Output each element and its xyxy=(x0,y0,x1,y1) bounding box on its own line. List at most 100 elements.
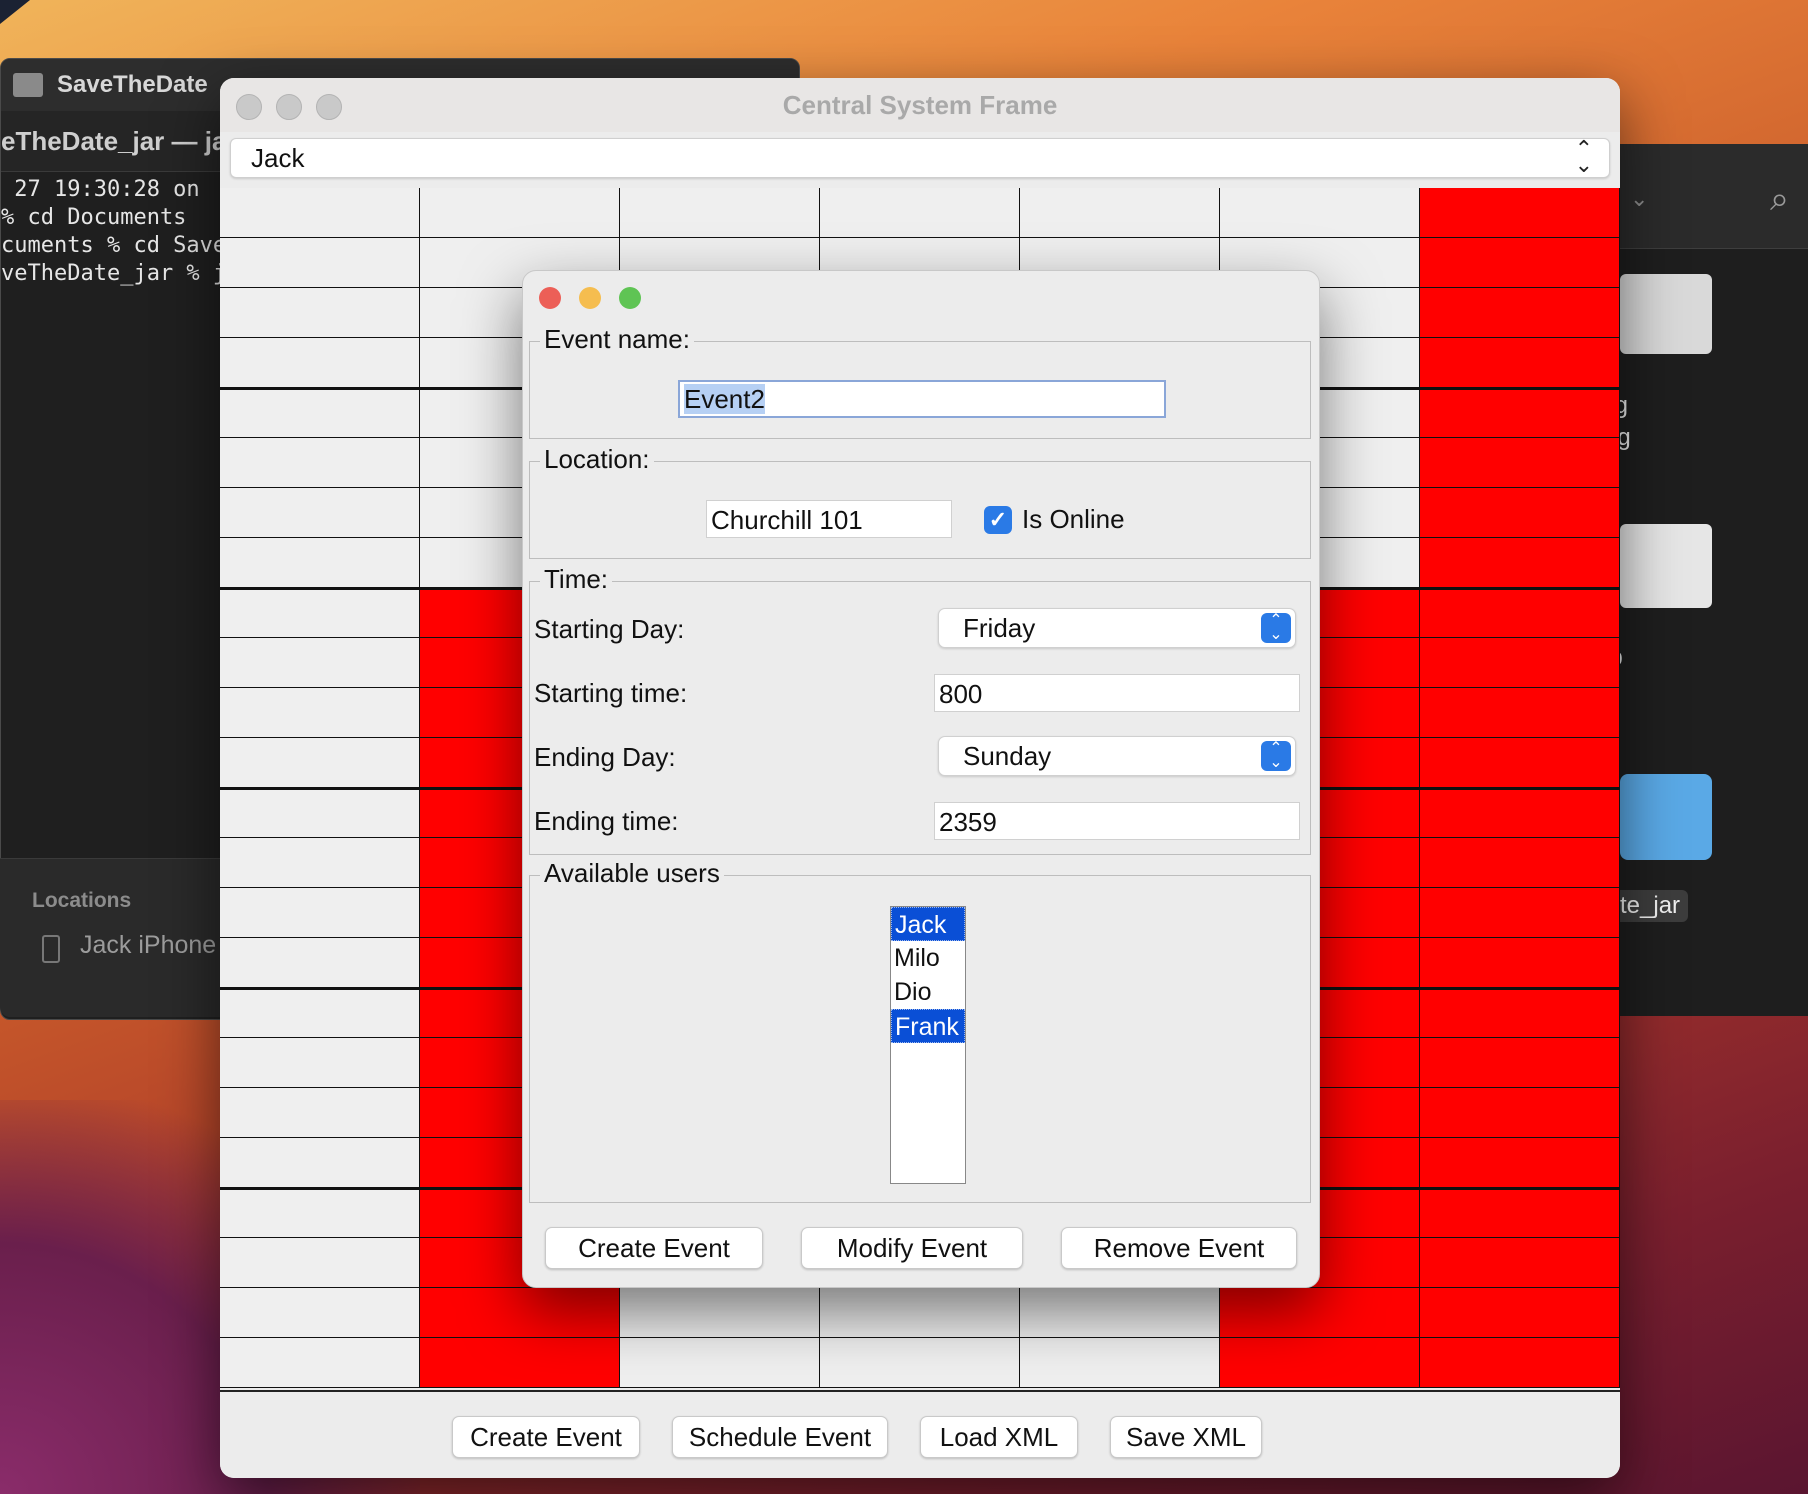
schedule-cell[interactable] xyxy=(1420,938,1620,988)
schedule-cell[interactable] xyxy=(1420,288,1620,338)
event-dialog[interactable]: Event name: Event2 Location: Churchill 1… xyxy=(522,270,1320,1288)
create-event-button[interactable]: Create Event xyxy=(452,1416,640,1458)
schedule-cell[interactable] xyxy=(220,1338,420,1388)
schedule-cell[interactable] xyxy=(220,1138,420,1188)
schedule-cell[interactable] xyxy=(1020,188,1220,238)
schedule-cell[interactable] xyxy=(1420,888,1620,938)
schedule-cell[interactable] xyxy=(220,688,420,738)
schedule-cell[interactable] xyxy=(1420,1088,1620,1138)
starting-day-select[interactable]: Friday ⌃ ⌄ xyxy=(938,608,1296,648)
create-event-button[interactable]: Create Event xyxy=(545,1227,763,1269)
finder-sidebar: Locations Jack iPhone xyxy=(0,858,240,1017)
schedule-cell[interactable] xyxy=(820,1288,1020,1338)
locations-heading: Locations xyxy=(32,889,132,912)
location-label: Location: xyxy=(540,444,654,475)
list-item[interactable]: Milo xyxy=(891,941,965,975)
schedule-cell[interactable] xyxy=(1420,988,1620,1038)
schedule-cell[interactable] xyxy=(620,1338,820,1388)
schedule-cell[interactable] xyxy=(220,1188,420,1238)
schedule-cell[interactable] xyxy=(1420,688,1620,738)
schedule-cell[interactable] xyxy=(420,188,620,238)
schedule-cell[interactable] xyxy=(220,1288,420,1338)
schedule-cell[interactable] xyxy=(1420,438,1620,488)
file-label-selected[interactable]: te_jar xyxy=(1612,890,1689,922)
schedule-cell[interactable] xyxy=(220,1088,420,1138)
schedule-cell[interactable] xyxy=(1420,388,1620,438)
schedule-cell[interactable] xyxy=(220,938,420,988)
ending-time-input[interactable]: 2359 xyxy=(934,802,1300,840)
schedule-cell[interactable] xyxy=(1220,1338,1420,1388)
schedule-cell[interactable] xyxy=(1420,588,1620,638)
sidebar-item-iphone[interactable]: Jack iPhone xyxy=(80,931,216,960)
schedule-cell[interactable] xyxy=(1420,788,1620,838)
schedule-cell[interactable] xyxy=(220,238,420,288)
schedule-cell[interactable] xyxy=(1220,188,1420,238)
schedule-event-button[interactable]: Schedule Event xyxy=(672,1416,888,1458)
search-icon[interactable]: ⌕ xyxy=(1770,180,1789,219)
schedule-cell[interactable] xyxy=(1420,638,1620,688)
list-item[interactable]: Dio xyxy=(891,975,965,1009)
schedule-cell[interactable] xyxy=(1420,1238,1620,1288)
location-input[interactable]: Churchill 101 xyxy=(706,500,952,538)
starting-time-input[interactable]: 800 xyxy=(934,674,1300,712)
user-select[interactable]: Jack ⌃ ⌄ xyxy=(230,138,1610,178)
schedule-cell[interactable] xyxy=(220,738,420,788)
schedule-cell[interactable] xyxy=(1420,838,1620,888)
load-xml-button[interactable]: Load XML xyxy=(920,1416,1078,1458)
schedule-cell[interactable] xyxy=(1420,738,1620,788)
schedule-cell[interactable] xyxy=(220,838,420,888)
schedule-cell[interactable] xyxy=(220,638,420,688)
schedule-cell[interactable] xyxy=(620,1288,820,1338)
schedule-cell[interactable] xyxy=(220,1038,420,1088)
schedule-cell[interactable] xyxy=(1420,1288,1620,1338)
schedule-cell[interactable] xyxy=(220,438,420,488)
zoom-button[interactable] xyxy=(619,287,641,309)
ending-day-value: Sunday xyxy=(963,741,1052,771)
schedule-cell[interactable] xyxy=(1420,1188,1620,1238)
chevron-down-icon[interactable]: ⌄ xyxy=(1630,186,1648,212)
schedule-cell[interactable] xyxy=(220,538,420,588)
is-online-checkbox[interactable]: ✓ xyxy=(984,506,1012,534)
schedule-cell[interactable] xyxy=(820,188,1020,238)
schedule-cell[interactable] xyxy=(220,588,420,638)
schedule-cell[interactable] xyxy=(220,488,420,538)
ending-day-select[interactable]: Sunday ⌃ ⌄ xyxy=(938,736,1296,776)
schedule-cell[interactable] xyxy=(420,1288,620,1338)
schedule-cell[interactable] xyxy=(1220,1288,1420,1338)
schedule-cell[interactable] xyxy=(220,338,420,388)
schedule-cell[interactable] xyxy=(420,1338,620,1388)
minimize-button[interactable] xyxy=(579,287,601,309)
remove-event-button[interactable]: Remove Event xyxy=(1061,1227,1297,1269)
schedule-cell[interactable] xyxy=(220,188,420,238)
schedule-cell[interactable] xyxy=(1420,1038,1620,1088)
folder-icon[interactable] xyxy=(1620,774,1712,860)
schedule-cell[interactable] xyxy=(820,1338,1020,1388)
list-item[interactable]: Jack xyxy=(891,907,965,941)
schedule-cell[interactable] xyxy=(1420,488,1620,538)
event-name-value: Event2 xyxy=(684,384,765,414)
list-item[interactable]: Frank xyxy=(891,1009,965,1043)
schedule-cell[interactable] xyxy=(220,1238,420,1288)
schedule-cell[interactable] xyxy=(220,988,420,1038)
event-name-input[interactable]: Event2 xyxy=(678,380,1166,418)
schedule-cell[interactable] xyxy=(220,288,420,338)
schedule-cell[interactable] xyxy=(220,388,420,438)
schedule-cell[interactable] xyxy=(1420,1138,1620,1188)
file-icon[interactable] xyxy=(1620,274,1712,354)
titlebar[interactable]: Central System Frame xyxy=(220,78,1620,132)
schedule-cell[interactable] xyxy=(1020,1338,1220,1388)
file-icon[interactable] xyxy=(1620,524,1712,608)
schedule-cell[interactable] xyxy=(1420,188,1620,238)
schedule-cell[interactable] xyxy=(1420,1338,1620,1388)
schedule-cell[interactable] xyxy=(1420,338,1620,388)
schedule-cell[interactable] xyxy=(1020,1288,1220,1338)
modify-event-button[interactable]: Modify Event xyxy=(801,1227,1023,1269)
schedule-cell[interactable] xyxy=(620,188,820,238)
users-list[interactable]: Jack Milo Dio Frank xyxy=(890,906,966,1184)
schedule-cell[interactable] xyxy=(220,888,420,938)
close-button[interactable] xyxy=(539,287,561,309)
schedule-cell[interactable] xyxy=(220,788,420,838)
save-xml-button[interactable]: Save XML xyxy=(1110,1416,1262,1458)
schedule-cell[interactable] xyxy=(1420,538,1620,588)
schedule-cell[interactable] xyxy=(1420,238,1620,288)
